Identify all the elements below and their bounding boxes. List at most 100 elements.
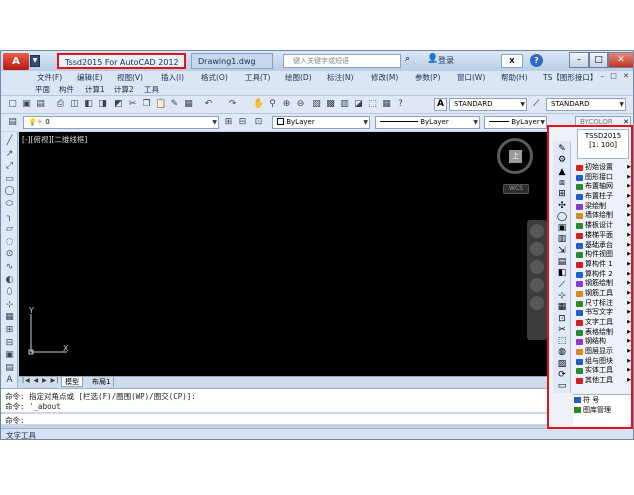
menu-item[interactable]: 编辑(E) bbox=[77, 72, 103, 83]
tssd-tool-icon[interactable]: ◍ bbox=[556, 346, 568, 358]
tssd-menu-item[interactable]: 楼梯平面 ▶ bbox=[575, 231, 631, 241]
tssd-bottom-item[interactable]: 图库管理 bbox=[573, 405, 631, 415]
save-icon[interactable]: ▤ bbox=[35, 99, 46, 110]
tssd-tool-icon[interactable]: ▦ bbox=[556, 301, 568, 313]
tssd-tool-icon[interactable]: ⟳ bbox=[556, 369, 568, 381]
text-style-select[interactable]: STANDARD ▼ bbox=[449, 98, 527, 111]
layer-select[interactable]: 💡☀ 0 ▼ bbox=[23, 116, 219, 129]
tssd-tool-icon[interactable]: ▤ bbox=[556, 256, 568, 268]
preview-icon[interactable]: ◫ bbox=[69, 99, 80, 110]
redo-icon[interactable]: ↷ bbox=[227, 99, 238, 110]
navigation-bar[interactable] bbox=[527, 220, 547, 340]
app-logo-icon[interactable]: A bbox=[3, 53, 29, 70]
tssd-menu-item[interactable]: 算构件 2 ▶ bbox=[575, 270, 631, 280]
lineweight-select[interactable]: ByLayer ▼ bbox=[484, 116, 547, 129]
open-folder-icon[interactable]: ▣ bbox=[21, 99, 32, 110]
polyline-icon[interactable]: ⤢ bbox=[4, 161, 15, 172]
tssd-menu-item[interactable]: 墙体绘制 ▶ bbox=[575, 211, 631, 221]
maximize-button[interactable]: □ bbox=[589, 52, 608, 68]
paste-icon[interactable]: 📋 bbox=[155, 99, 166, 110]
text-style-icon[interactable]: A bbox=[434, 98, 447, 111]
match-properties-icon[interactable]: ✎ bbox=[169, 99, 180, 110]
menu-item[interactable]: 工具(T) bbox=[245, 72, 270, 83]
revision-cloud-icon[interactable]: ◌ bbox=[4, 237, 15, 248]
insert-block-icon[interactable]: ⬯ bbox=[4, 287, 15, 298]
tssd-tool-icon[interactable]: ⧈ bbox=[556, 177, 568, 189]
minimize-button[interactable]: – bbox=[569, 52, 589, 68]
tssd-tool-icon[interactable]: ⊞ bbox=[556, 188, 568, 200]
tssd-menu-item[interactable]: 梁绘制 ▶ bbox=[575, 202, 631, 212]
menu-item[interactable]: 插入(I) bbox=[161, 72, 184, 83]
tssd-tool-icon[interactable]: ✂ bbox=[556, 324, 568, 336]
tssd-tool-icon[interactable]: ⊡ bbox=[556, 313, 568, 325]
panel-close-icon[interactable]: ✕ bbox=[623, 118, 629, 126]
layer-manager-icon[interactable]: ▤ bbox=[7, 117, 18, 128]
design-center-icon[interactable]: ▩ bbox=[325, 99, 336, 110]
zoom-realtime-icon[interactable]: ⚲ bbox=[267, 99, 278, 110]
line-icon[interactable]: ╱ bbox=[4, 136, 15, 147]
tssd-menu-item[interactable]: 尺寸标注 ▶ bbox=[575, 299, 631, 309]
tssd-tool-icon[interactable]: ⟋ bbox=[556, 279, 568, 291]
layer-previous-icon[interactable]: ⊟ bbox=[237, 117, 248, 128]
menu-item[interactable]: 绘图(D) bbox=[285, 72, 312, 83]
point-icon[interactable]: ⊹ bbox=[4, 300, 15, 311]
tool-palettes-icon[interactable]: ▥ bbox=[339, 99, 350, 110]
help-icon[interactable]: ? bbox=[530, 54, 543, 67]
tssd-tool-icon[interactable]: ◧ bbox=[556, 267, 568, 279]
polygon-icon[interactable]: ▭ bbox=[4, 174, 15, 185]
arc-icon[interactable]: ╮ bbox=[4, 212, 15, 223]
tssd-menu-item[interactable]: 布置轴网 ▶ bbox=[575, 182, 631, 192]
tssd-menu-item[interactable]: 布置柱子 ▶ bbox=[575, 192, 631, 202]
rectangle-icon[interactable]: ▱ bbox=[4, 224, 15, 235]
tssd-menu-item[interactable]: 表格绘制 ▶ bbox=[575, 328, 631, 338]
tssd-menu-item[interactable]: 图层显示 ▶ bbox=[575, 347, 631, 357]
tab-model[interactable]: 模型 bbox=[61, 377, 83, 387]
zoom-window-icon[interactable]: ⊕ bbox=[281, 99, 292, 110]
tssd-tool-icon[interactable]: ▥ bbox=[556, 233, 568, 245]
construction-line-icon[interactable]: ↗ bbox=[4, 149, 15, 160]
tab-drawing1[interactable]: Drawing1.dwg bbox=[191, 53, 273, 69]
tssd-tool-icon[interactable]: ✣ bbox=[556, 200, 568, 212]
tssd-tool-icon[interactable]: ⚙ bbox=[556, 154, 568, 166]
tssd-menu-item[interactable]: 楼板设计 ▶ bbox=[575, 221, 631, 231]
menu-item[interactable]: 视图(V) bbox=[117, 72, 143, 83]
gradient-icon[interactable]: ⊞ bbox=[4, 325, 15, 336]
menu-item[interactable]: 修改(M) bbox=[371, 72, 398, 83]
wcs-menu[interactable]: WCS bbox=[503, 184, 529, 194]
markup-icon[interactable]: ⬚ bbox=[367, 99, 378, 110]
menu-item[interactable]: 构件 bbox=[59, 84, 74, 95]
menu-item[interactable]: 计算1 bbox=[85, 84, 105, 95]
color-select[interactable]: ByLayer ▼ bbox=[272, 116, 370, 129]
pan-icon[interactable]: ✋ bbox=[253, 99, 264, 110]
cut-icon[interactable]: ✂ bbox=[127, 99, 138, 110]
showmotion-icon[interactable] bbox=[530, 296, 544, 310]
dimension-style-select[interactable]: STANDARD ▼ bbox=[546, 98, 626, 111]
menu-item[interactable]: 窗口(W) bbox=[457, 72, 485, 83]
menu-item[interactable]: 帮助(H) bbox=[501, 72, 528, 83]
make-current-layer-icon[interactable]: ⊞ bbox=[223, 117, 234, 128]
tssd-menu-item[interactable]: 实体工具 ▶ bbox=[575, 366, 631, 376]
hatch-icon[interactable]: ▦ bbox=[4, 312, 15, 323]
text-icon[interactable]: A bbox=[4, 375, 15, 386]
menu-item[interactable]: 格式(O) bbox=[201, 72, 228, 83]
copy-icon[interactable]: ❐ bbox=[141, 99, 152, 110]
menu-item[interactable]: 计算2 bbox=[114, 84, 134, 95]
tssd-tool-icon[interactable]: ◯ bbox=[556, 211, 568, 223]
layout-tab-navigation[interactable]: |◀ ◀ ▶ ▶| bbox=[22, 377, 59, 384]
document-window-controls[interactable]: – □ ✕ bbox=[601, 72, 631, 80]
binoculars-icon[interactable]: ⌕ bbox=[405, 54, 410, 64]
tssd-bottom-item[interactable]: 符 号 bbox=[573, 395, 631, 405]
publish-icon[interactable]: ◧ bbox=[83, 99, 94, 110]
command-input[interactable]: 命令: bbox=[1, 413, 547, 425]
tab-tssd-autocad[interactable]: Tssd2015 For AutoCAD 2012 bbox=[57, 53, 186, 69]
linetype-select[interactable]: ByLayer ▼ bbox=[375, 116, 480, 129]
tssd-menu-item[interactable]: 其他工具 ▶ bbox=[575, 376, 631, 386]
new-file-icon[interactable]: ▢ bbox=[7, 99, 18, 110]
plot-icon[interactable]: ◩ bbox=[113, 99, 124, 110]
pan-nav-icon[interactable] bbox=[530, 242, 544, 256]
ellipse-icon[interactable]: ⬭ bbox=[4, 199, 15, 210]
exchange-button[interactable]: X bbox=[501, 54, 523, 68]
tab-layout1[interactable]: 布局1 bbox=[89, 377, 115, 387]
tssd-menu-item[interactable]: 钢筋绘制 ▶ bbox=[575, 279, 631, 289]
tssd-tool-icon[interactable]: ✎ bbox=[556, 143, 568, 155]
